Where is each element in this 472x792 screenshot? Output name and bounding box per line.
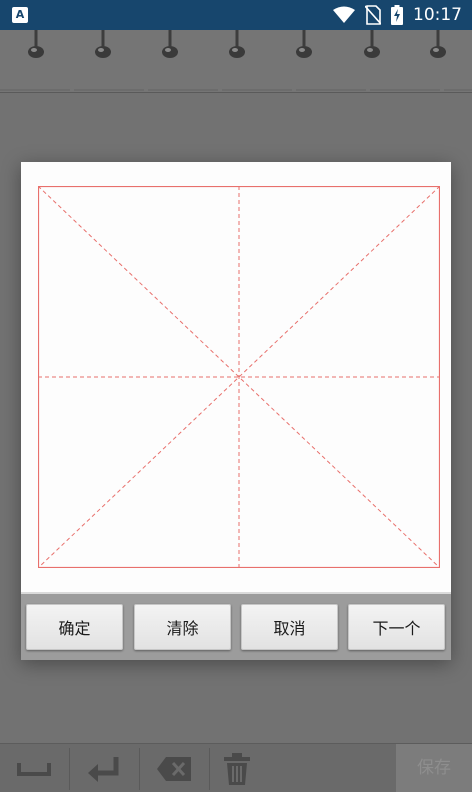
- dialog-button-bar: 确定 清除 取消 下一个: [21, 594, 451, 660]
- wifi-icon: [333, 6, 355, 23]
- confirm-button[interactable]: 确定: [26, 604, 123, 650]
- backspace-icon: [157, 756, 191, 781]
- status-icons: 10:17: [333, 0, 462, 30]
- app-notification-icon: A: [12, 7, 28, 23]
- screen: A 10:17 确定 清除 取消 下一个 保存: [0, 0, 472, 792]
- handwriting-dialog: 确定 清除 取消 下一个: [21, 162, 451, 660]
- space-icon: [17, 762, 51, 776]
- bottom-toolbar: 保存: [0, 743, 472, 792]
- clear-button[interactable]: 清除: [134, 604, 231, 650]
- next-button[interactable]: 下一个: [348, 604, 445, 650]
- writing-canvas[interactable]: [21, 162, 451, 592]
- space-button[interactable]: [0, 744, 68, 792]
- mizige-grid-icon: [38, 186, 440, 568]
- enter-icon: [88, 756, 119, 782]
- battery-charging-icon: [391, 5, 403, 25]
- binder-rings-icon: [0, 30, 472, 91]
- backspace-button[interactable]: [140, 744, 208, 792]
- enter-button[interactable]: [70, 744, 138, 792]
- status-time: 10:17: [413, 5, 462, 25]
- save-button[interactable]: 保存: [396, 744, 472, 792]
- notebook-binding: [0, 30, 472, 93]
- status-bar: A 10:17: [0, 0, 472, 30]
- trash-icon: [224, 752, 250, 785]
- cancel-button[interactable]: 取消: [241, 604, 338, 650]
- delete-button[interactable]: [203, 744, 271, 792]
- no-sim-icon: [365, 5, 381, 25]
